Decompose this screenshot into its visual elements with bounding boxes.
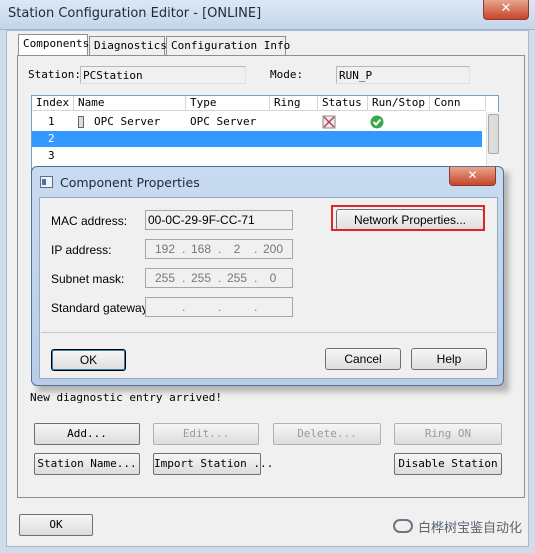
- row-name: [90, 131, 94, 147]
- row-type: [186, 131, 190, 147]
- row-type: [186, 148, 190, 164]
- table-row[interactable]: 2: [32, 131, 482, 147]
- tab-diagnostics[interactable]: Diagnostics: [89, 36, 167, 56]
- station-name-field: PCStation: [80, 66, 246, 84]
- add-button[interactable]: Add...: [34, 423, 140, 445]
- mac-address-label: MAC address:: [51, 214, 128, 228]
- delete-button[interactable]: Delete...: [273, 423, 381, 445]
- row-ring: [270, 114, 274, 130]
- mac-address-field: 00-0C-29-9F-CC-71: [145, 210, 293, 230]
- row-conn: [430, 114, 434, 130]
- table-row[interactable]: 3: [32, 148, 482, 164]
- ring-on-button[interactable]: Ring ON: [394, 423, 502, 445]
- subnet-octet-2: 255: [190, 271, 212, 285]
- scrollbar-thumb[interactable]: [488, 114, 499, 154]
- component-properties-dialog: Component Properties ✕ MAC address: 00-0…: [31, 166, 504, 386]
- component-list[interactable]: Index Name Type Ring Status Run/Stop Con…: [31, 95, 499, 173]
- subnet-mask-field[interactable]: 255 . 255 . 255 . 0: [145, 268, 293, 288]
- subnet-octet-3: 255: [226, 271, 248, 285]
- watermark-text: 白桦树宝鉴自动化: [418, 521, 523, 536]
- dialog-help-button[interactable]: Help: [411, 348, 487, 370]
- dialog-title: Component Properties: [60, 175, 200, 190]
- edit-button[interactable]: Edit...: [153, 423, 259, 445]
- disable-station-button[interactable]: Disable Station: [394, 453, 502, 475]
- column-header-type[interactable]: Type: [186, 96, 270, 111]
- dialog-close-button[interactable]: ✕: [449, 167, 496, 186]
- dialog-cancel-button[interactable]: Cancel: [325, 348, 401, 370]
- column-header-run-stop[interactable]: Run/Stop: [368, 96, 430, 111]
- list-scrollbar[interactable]: [486, 112, 499, 172]
- dialog-divider: [41, 332, 496, 333]
- window-title: Station Configuration Editor - [ONLINE]: [8, 6, 262, 21]
- ip-address-field[interactable]: 192 . 168 . 2 . 200: [145, 239, 293, 259]
- subnet-mask-label: Subnet mask:: [51, 272, 125, 286]
- run-check-icon: [370, 115, 384, 129]
- table-row[interactable]: 1 OPC Server OPC Server: [32, 114, 482, 130]
- dialog-window-icon: [40, 176, 53, 188]
- tab-configuration-info[interactable]: Configuration Info: [166, 36, 290, 56]
- wechat-logo-icon: [393, 519, 413, 533]
- row-index: 1: [48, 115, 55, 128]
- import-station-button[interactable]: Import Station ...: [153, 453, 273, 475]
- row-index: 3: [48, 149, 55, 162]
- subnet-octet-1: 255: [154, 271, 176, 285]
- highlight-box: [331, 205, 485, 231]
- station-label: Station:: [28, 68, 81, 81]
- row-name: OPC Server: [94, 115, 161, 128]
- status-message: New diagnostic entry arrived!: [30, 391, 223, 404]
- dialog-ok-button[interactable]: OK: [51, 349, 126, 371]
- row-ring: [270, 131, 274, 147]
- tab-components[interactable]: Components: [18, 34, 89, 56]
- column-header-name[interactable]: Name: [74, 96, 186, 111]
- row-conn: [430, 131, 434, 147]
- subnet-octet-4: 0: [269, 271, 277, 285]
- row-name: [90, 148, 94, 164]
- standard-gateway-field[interactable]: . . .: [145, 297, 293, 317]
- mode-field: RUN_P: [336, 66, 470, 84]
- column-header-conn[interactable]: Conn: [430, 96, 486, 111]
- status-ok-icon: [322, 115, 336, 129]
- column-header-index[interactable]: Index: [32, 96, 74, 111]
- mode-label: Mode:: [270, 68, 304, 81]
- opc-server-icon: [78, 116, 84, 128]
- station-name-button[interactable]: Station Name...: [34, 453, 140, 475]
- column-header-ring[interactable]: Ring: [270, 96, 318, 111]
- column-header-status[interactable]: Status: [318, 96, 368, 111]
- ip-octet-4: 200: [262, 242, 284, 256]
- ip-address-label: IP address:: [51, 243, 112, 257]
- ok-button[interactable]: OK: [19, 514, 93, 536]
- standard-gateway-label: Standard gateway:: [51, 301, 152, 315]
- row-ring: [270, 148, 274, 164]
- row-conn: [430, 148, 434, 164]
- ip-octet-2: 168: [190, 242, 212, 256]
- window-close-button[interactable]: ✕: [483, 0, 529, 20]
- ip-octet-3: 2: [233, 242, 241, 256]
- ip-octet-1: 192: [154, 242, 176, 256]
- row-type: OPC Server: [190, 115, 257, 128]
- row-index: 2: [48, 132, 55, 145]
